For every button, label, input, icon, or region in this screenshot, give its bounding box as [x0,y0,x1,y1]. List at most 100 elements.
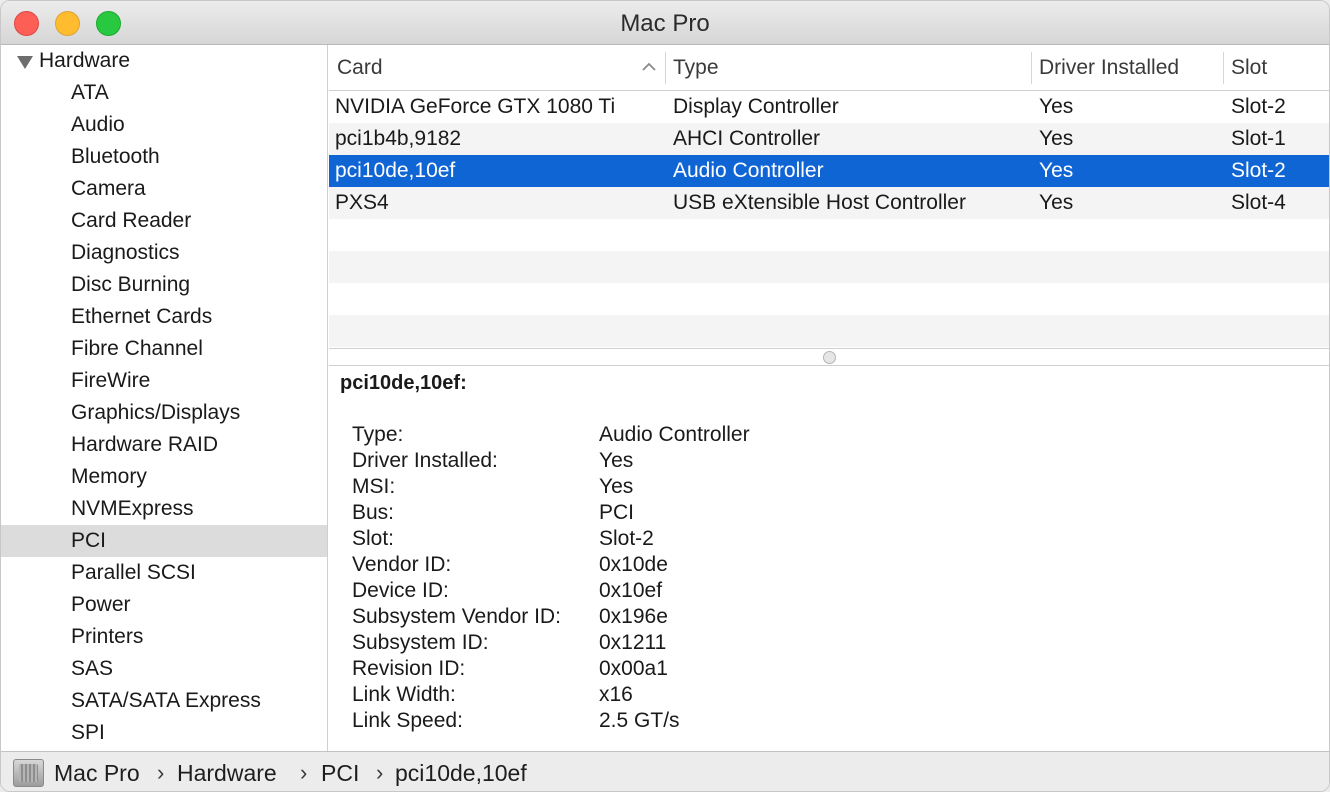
detail-row: Revision ID: 0x00a1 [352,656,1252,682]
detail-row: MSI: Yes [352,474,1252,500]
sidebar-item-label: Diagnostics [71,241,180,264]
sidebar-item-ethernet-cards[interactable]: Ethernet Cards [1,301,327,333]
table-cell-card: pci1b4b,9182 [335,127,462,150]
table-row[interactable]: pci1b4b,9182 AHCI Controller Yes Slot-1 [329,123,1329,155]
sidebar-item-firewire[interactable]: FireWire [1,365,327,397]
sidebar-item-label: Parallel SCSI [71,561,196,584]
window-title: Mac Pro [620,10,710,37]
sidebar-item-hardware-raid[interactable]: Hardware RAID [1,429,327,461]
path-separator-icon: › [157,760,165,785]
sidebar-item-camera[interactable]: Camera [1,173,327,205]
mac-pro-icon [13,759,44,787]
table-row[interactable]: pci10de,10ef Audio Controller Yes Slot-2 [329,155,1329,187]
column-header-slot[interactable]: Slot [1223,45,1329,91]
detail-row: Subsystem Vendor ID: 0x196e [352,604,1252,630]
sidebar-item-audio[interactable]: Audio [1,109,327,141]
sidebar-item-label: ATA [71,81,109,104]
column-header-type[interactable]: Type [665,45,1031,91]
table-cell-type: Audio Controller [673,159,824,182]
detail-label: Device ID: [352,579,449,602]
table-cell-card: NVIDIA GeForce GTX 1080 Ti [335,95,616,118]
sidebar-item-bluetooth[interactable]: Bluetooth [1,141,327,173]
empty-table-row [329,315,1329,347]
empty-table-row [329,251,1329,283]
sidebar-item-label: Camera [71,177,146,200]
detail-row: Bus: PCI [352,500,1252,526]
sidebar-item-label: Printers [71,625,144,648]
sidebar-item-spi[interactable]: SPI [1,717,327,749]
sidebar-item-label: PCI [71,529,107,552]
sidebar[interactable]: Hardware ATA Audio Bluetooth Camera Card Rea… [1,45,328,751]
table-cell-driver: Yes [1039,191,1074,214]
detail-row: Type: Audio Controller [352,422,1252,448]
sidebar-item-label: SAS [71,657,114,680]
column-header-driver-installed[interactable]: Driver Installed [1031,45,1223,91]
sidebar-item-printers[interactable]: Printers [1,621,327,653]
path-crumb-pci[interactable]: PCI [321,752,359,791]
sidebar-item-label: SATA/SATA Express [71,689,261,712]
sidebar-item-parallel-scsi[interactable]: Parallel SCSI [1,557,327,589]
detail-label: Link Width: [352,683,456,706]
detail-title: pci10de,10ef: [340,372,467,394]
detail-value: Audio Controller [599,423,750,446]
column-header-card[interactable]: Card [329,45,665,91]
table-cell-card: pci10de,10ef [335,159,456,182]
detail-row: Device ID: 0x10ef [352,578,1252,604]
table-cell-driver: Yes [1039,127,1074,150]
sidebar-item-label: FireWire [71,369,151,392]
table-row[interactable]: PXS4 USB eXtensible Host Controller Yes Slo… [329,187,1329,219]
path-crumb-mac-pro[interactable]: Mac Pro [54,752,140,791]
pci-cards-table[interactable]: Card Type Driver Installed Slot NVIDIA G… [329,45,1329,348]
path-crumb-hardware[interactable]: Hardware [177,752,277,791]
sidebar-item-power[interactable]: Power [1,589,327,621]
detail-label: Vendor ID: [352,553,452,576]
divider-handle-icon[interactable] [823,351,836,364]
detail-row: Vendor ID: 0x10de [352,552,1252,578]
table-cell-slot: Slot-1 [1231,127,1286,150]
sidebar-group-hardware[interactable]: Hardware [1,45,327,77]
detail-value: 0x10de [599,553,668,576]
sidebar-item-pci[interactable]: PCI [1,525,327,557]
sidebar-item-fibre-channel[interactable]: Fibre Channel [1,333,327,365]
detail-label: Type: [352,423,404,446]
detail-label: Revision ID: [352,657,466,680]
path-crumb-device[interactable]: pci10de,10ef [395,752,527,791]
detail-label: Slot: [352,527,395,550]
title-bar[interactable]: Mac Pro [1,1,1329,45]
table-cell-slot: Slot-2 [1231,159,1286,182]
sidebar-item-nvmexpress[interactable]: NVMExpress [1,493,327,525]
system-information-window: Mac Pro Hardware ATA Audio Bluetooth Camera… [0,0,1330,792]
sidebar-item-sata-sata-express[interactable]: SATA/SATA Express [1,685,327,717]
detail-row: Driver Installed: Yes [352,448,1252,474]
table-row[interactable]: NVIDIA GeForce GTX 1080 Ti Display Contro… [329,91,1329,123]
sidebar-item-card-reader[interactable]: Card Reader [1,205,327,237]
detail-value: 0x00a1 [599,657,668,680]
sidebar-item-label: Card Reader [71,209,192,232]
detail-row: Subsystem ID: 0x1211 [352,630,1252,656]
path-bar: Mac Pro › Hardware › PCI › pci10de,10ef [1,751,1329,791]
detail-row: Link Speed: 2.5 GT/s [352,708,1252,734]
path-separator-icon: › [376,760,384,785]
sidebar-group-label: Hardware [39,49,131,72]
disclosure-triangle-icon[interactable] [17,56,33,69]
detail-value: 0x10ef [599,579,663,602]
split-view-divider[interactable] [329,348,1329,366]
path-separator-icon: › [300,760,308,785]
sidebar-item-ata[interactable]: ATA [1,77,327,109]
sidebar-item-label: Bluetooth [71,145,160,168]
detail-value: x16 [599,683,633,706]
detail-label: Link Speed: [352,709,463,732]
detail-value: Yes [599,449,634,472]
sidebar-item-label: NVMExpress [71,497,194,520]
sidebar-item-label: Graphics/Displays [71,401,241,424]
sidebar-item-graphics-displays[interactable]: Graphics/Displays [1,397,327,429]
sidebar-item-disc-burning[interactable]: Disc Burning [1,269,327,301]
sidebar-item-memory[interactable]: Memory [1,461,327,493]
sidebar-item-diagnostics[interactable]: Diagnostics [1,237,327,269]
table-cell-driver: Yes [1039,159,1074,182]
sidebar-item-sas[interactable]: SAS [1,653,327,685]
table-cell-slot: Slot-4 [1231,191,1286,214]
sidebar-item-label: Fibre Channel [71,337,203,360]
table-cell-type: USB eXtensible Host Controller [673,191,966,214]
detail-label: Bus: [352,501,395,524]
